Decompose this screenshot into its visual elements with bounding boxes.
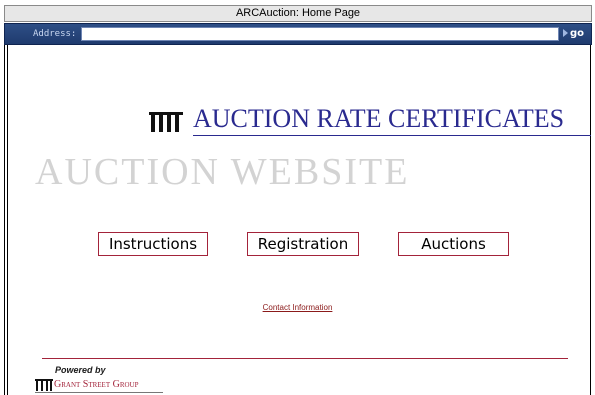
window-title: ARCAuction: Home Page bbox=[235, 7, 361, 19]
footer-logo-underline bbox=[35, 392, 163, 393]
contact-information-link[interactable]: Contact Information bbox=[0, 303, 595, 312]
address-input[interactable] bbox=[81, 27, 559, 41]
address-bar: Address: go bbox=[4, 23, 592, 45]
go-arrow-icon bbox=[563, 29, 568, 37]
hero-title-underline bbox=[193, 135, 591, 136]
go-button-label: go bbox=[570, 28, 585, 39]
browser-window: ARCAuction: Home Page Address: go AUCTIO… bbox=[0, 0, 595, 395]
address-label: Address: bbox=[33, 29, 77, 39]
go-button[interactable]: go bbox=[563, 26, 591, 42]
instructions-button[interactable]: Instructions bbox=[98, 232, 208, 256]
hero-title: AUCTION RATE CERTIFICATES bbox=[193, 104, 565, 133]
footer-divider bbox=[42, 358, 568, 359]
grant-street-group-logo-icon bbox=[35, 379, 53, 391]
hero-subtitle: AUCTION WEBSITE bbox=[35, 151, 410, 193]
left-frame-border bbox=[4, 45, 8, 395]
window-titlebar: ARCAuction: Home Page bbox=[4, 5, 592, 22]
auctions-button[interactable]: Auctions bbox=[398, 232, 509, 256]
right-frame-border bbox=[590, 45, 591, 395]
powered-by-label: Powered by bbox=[55, 365, 106, 375]
grant-street-group-label[interactable]: Grant Street Group bbox=[54, 379, 139, 390]
columns-building-icon bbox=[149, 112, 183, 132]
registration-button[interactable]: Registration bbox=[247, 232, 359, 256]
